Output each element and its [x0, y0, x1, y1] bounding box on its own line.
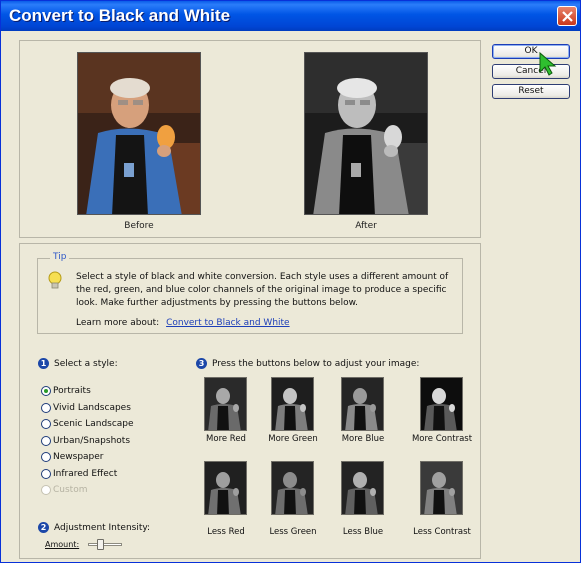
learn-more-label: Learn more about: — [76, 318, 160, 328]
style-option-label: Portraits — [53, 386, 91, 396]
tip-box: Tip Select a style of black and white co… — [37, 252, 463, 334]
adjust-heading: 3 Press the buttons below to adjust your … — [196, 358, 419, 369]
dialog-title: Convert to Black and White — [9, 6, 231, 25]
radio-button[interactable] — [41, 419, 51, 429]
amount-slider[interactable] — [87, 539, 122, 550]
thumbnail-preview — [342, 462, 383, 514]
thumbnail-preview — [272, 378, 313, 430]
amount-label: Amount: — [45, 540, 80, 549]
slider-handle[interactable] — [96, 539, 104, 550]
style-option-label: Urban/Snapshots — [53, 435, 131, 446]
step-2-badge: 2 — [38, 522, 49, 533]
more-contrast-label: More Contrast — [411, 434, 473, 444]
thumbnail-preview — [342, 378, 383, 430]
style-option-scenic-landscape[interactable]: Scenic Landscape — [41, 419, 134, 436]
after-image — [304, 52, 428, 215]
thumbnail-preview — [421, 462, 462, 514]
style-option-label: Custom — [53, 485, 88, 495]
less-red-button[interactable] — [204, 461, 247, 515]
less-blue-label: Less Blue — [342, 527, 384, 537]
thumbnail-preview — [205, 378, 246, 430]
style-option-infrared-effect[interactable]: Infrared Effect — [41, 468, 134, 486]
step-3-badge: 3 — [196, 358, 207, 369]
style-option-label: Scenic Landscape — [53, 419, 134, 429]
more-red-button[interactable] — [204, 377, 247, 431]
more-green-button[interactable] — [271, 377, 314, 431]
cancel-button[interactable]: Cancel — [492, 64, 570, 79]
radio-button[interactable] — [41, 435, 51, 446]
before-image — [77, 52, 201, 215]
close-x-icon — [562, 11, 573, 22]
less-blue-button[interactable] — [341, 461, 384, 515]
style-option-label: Vivid Landscapes — [53, 402, 131, 413]
ok-button[interactable]: OK — [492, 44, 570, 59]
reset-button[interactable]: Reset — [492, 84, 570, 99]
style-option-vivid-landscapes[interactable]: Vivid Landscapes — [41, 402, 134, 420]
radio-button[interactable] — [41, 386, 51, 396]
mouse-cursor-icon — [539, 51, 557, 76]
close-button[interactable] — [557, 6, 577, 26]
less-contrast-label: Less Contrast — [413, 527, 471, 537]
intensity-heading: 2 Adjustment Intensity: — [38, 522, 150, 533]
radio-button[interactable] — [41, 452, 51, 462]
learn-more: Learn more about: Convert to Black and W… — [76, 318, 290, 328]
before-label: Before — [124, 221, 154, 231]
style-option-portraits[interactable]: Portraits — [41, 386, 134, 403]
style-option-custom: Custom — [41, 485, 134, 502]
more-blue-button[interactable] — [341, 377, 384, 431]
less-green-label: Less Green — [269, 527, 317, 537]
step-1-badge: 1 — [38, 358, 49, 369]
radio-button[interactable] — [41, 402, 51, 413]
style-option-urban-snapshots[interactable]: Urban/Snapshots — [41, 435, 134, 453]
thumbnail-preview — [421, 378, 462, 430]
learn-more-link[interactable]: Convert to Black and White — [166, 318, 290, 328]
intensity-heading-label: Adjustment Intensity: — [54, 522, 151, 533]
style-option-label: Newspaper — [53, 452, 104, 462]
convert-bw-dialog: Convert to Black and White OK Cancel Res… — [0, 0, 581, 563]
title-bar[interactable]: Convert to Black and White — [1, 1, 580, 31]
more-blue-label: More Blue — [341, 434, 385, 444]
more-contrast-button[interactable] — [420, 377, 463, 431]
style-option-newspaper[interactable]: Newspaper — [41, 452, 134, 469]
adjust-heading-label: Press the buttons below to adjust your i… — [212, 358, 420, 369]
thumbnail-preview — [272, 462, 313, 514]
less-green-button[interactable] — [271, 461, 314, 515]
radio-button — [41, 485, 51, 495]
preview-panel: Before After — [19, 40, 481, 238]
lightbulb-icon — [48, 271, 62, 289]
style-radio-group: Portraits Vivid Landscapes Scenic Landsc… — [41, 386, 134, 502]
amount-row: Amount: — [45, 539, 122, 550]
less-contrast-button[interactable] — [420, 461, 463, 515]
style-option-label: Infrared Effect — [53, 468, 118, 479]
style-heading: 1 Select a style: — [38, 358, 118, 369]
more-green-label: More Green — [268, 434, 318, 444]
radio-button[interactable] — [41, 468, 51, 479]
after-label: After — [355, 221, 377, 231]
style-heading-label: Select a style: — [54, 358, 118, 369]
tip-text: Select a style of black and white conver… — [76, 272, 449, 308]
tip-legend: Tip — [50, 252, 70, 262]
thumbnail-preview — [205, 462, 246, 514]
